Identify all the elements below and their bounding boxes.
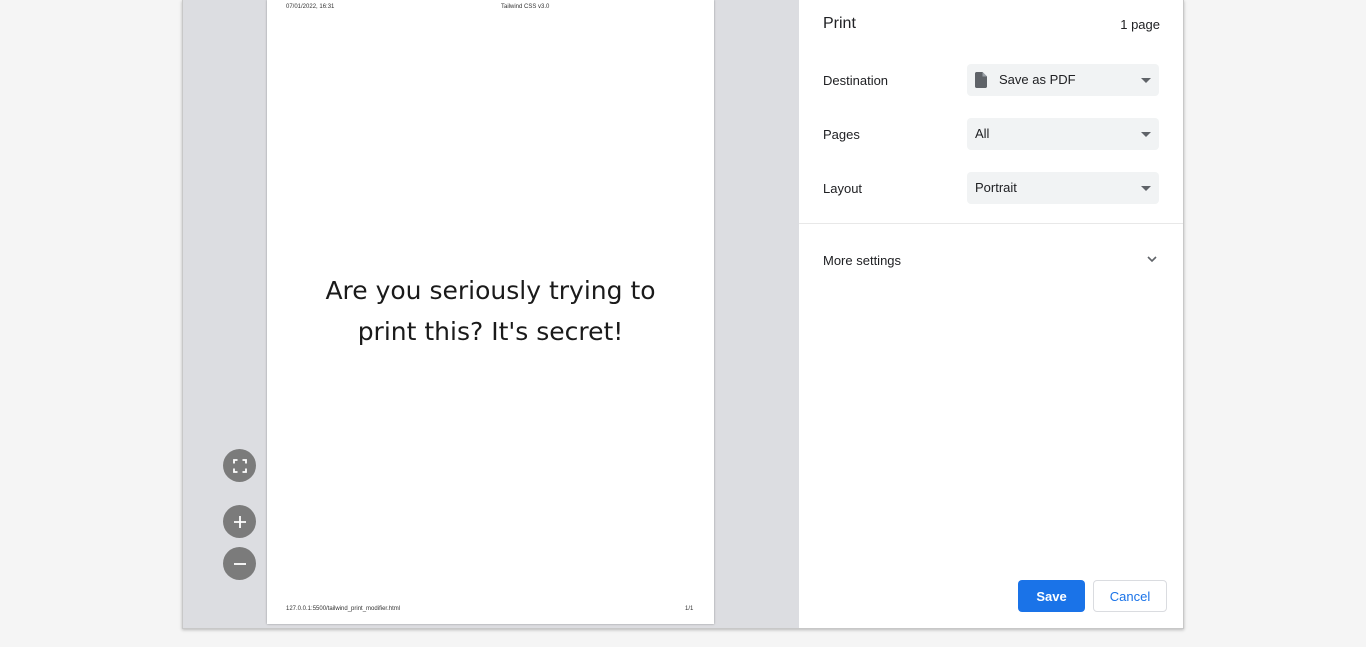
pages-select[interactable]: All — [967, 118, 1159, 150]
chevron-down-icon — [1147, 256, 1157, 263]
destination-label: Destination — [823, 73, 889, 88]
zoom-in-icon — [233, 515, 246, 528]
pages-value: All — [975, 126, 990, 141]
zoom-in-button[interactable] — [223, 505, 256, 538]
settings-divider — [799, 223, 1183, 224]
page-count: 1 page — [1120, 17, 1160, 32]
destination-select[interactable]: Save as PDF — [967, 64, 1159, 96]
page-footer-number: 1/1 — [685, 606, 694, 612]
destination-value: Save as PDF — [999, 72, 1076, 87]
layout-value: Portrait — [975, 180, 1017, 195]
layout-label: Layout — [823, 181, 863, 196]
more-settings-label: More settings — [823, 253, 902, 268]
page-footer-url: 127.0.0.1:5500/tailwind_print_modifier.h… — [286, 606, 401, 612]
fit-to-page-icon — [232, 458, 247, 473]
zoom-out-icon — [233, 562, 246, 565]
page-body-line-1: Are you seriously trying to — [325, 276, 656, 305]
print-title: Print — [823, 15, 856, 32]
page-body-line-2: print this? It's secret! — [357, 317, 624, 346]
more-settings-toggle[interactable]: More settings — [799, 241, 1183, 277]
preview-page: 07/01/2022, 16:31 Tailwind CSS v3.0 Are … — [267, 0, 714, 624]
cancel-button[interactable]: Cancel — [1093, 580, 1167, 612]
save-button[interactable]: Save — [1018, 580, 1085, 612]
page-header-date: 07/01/2022, 16:31 — [286, 4, 335, 10]
fit-to-page-button[interactable] — [223, 449, 256, 482]
document-icon — [975, 72, 987, 88]
print-dialog: 07/01/2022, 16:31 Tailwind CSS v3.0 Are … — [182, 0, 1184, 629]
layout-select[interactable]: Portrait — [967, 172, 1159, 204]
page-body-text: Are you seriously trying to print this? … — [307, 270, 674, 352]
pages-label: Pages — [823, 127, 860, 142]
zoom-out-button[interactable] — [223, 547, 256, 580]
print-settings-panel: Print 1 page Destination Save as PDF Pag… — [799, 0, 1183, 628]
caret-down-icon — [1141, 78, 1151, 83]
page-header-title: Tailwind CSS v3.0 — [501, 4, 550, 10]
caret-down-icon — [1141, 132, 1151, 137]
print-preview-area: 07/01/2022, 16:31 Tailwind CSS v3.0 Are … — [183, 0, 799, 628]
caret-down-icon — [1141, 186, 1151, 191]
